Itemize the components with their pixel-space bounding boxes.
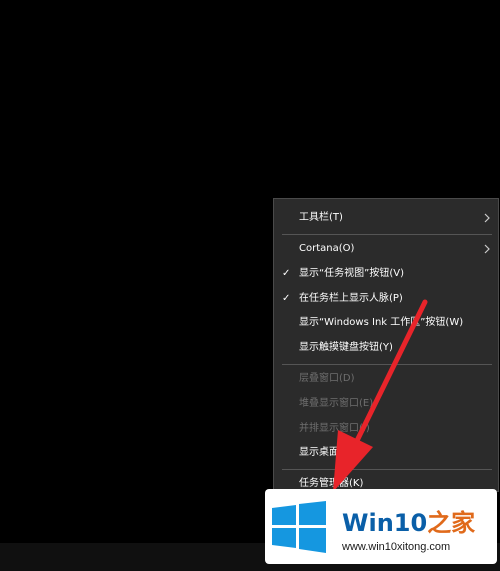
- menu-item-show-windows-ink[interactable]: 显示“Windows Ink 工作区”按钮(W): [274, 312, 498, 334]
- menu-item-cascade-windows: 层叠窗口(D): [299, 373, 355, 384]
- menu-item-show-task-view[interactable]: ✓ 显示“任务视图”按钮(V): [274, 263, 498, 285]
- menu-separator: [282, 234, 492, 235]
- menu-separator: [282, 469, 492, 470]
- menu-item-show-people[interactable]: ✓ 在任务栏上显示人脉(P): [274, 288, 498, 310]
- menu-item-show-desktop[interactable]: 显示桌面(S): [274, 442, 498, 464]
- chevron-right-icon: [484, 213, 490, 223]
- menu-item-cortana[interactable]: Cortana(O): [274, 238, 498, 260]
- watermark-logo: Win10之家 www.win10xitong.com: [265, 489, 497, 564]
- taskbar-context-menu: 工具栏(T) Cortana(O) ✓ 显示“任务视图”按钮(V) ✓ 在任务栏…: [273, 198, 499, 492]
- chevron-right-icon: [484, 244, 490, 254]
- menu-item-side-by-side: 并排显示窗口(I): [299, 423, 370, 434]
- watermark-brand: Win10之家: [342, 509, 476, 537]
- menu-item-toolbars[interactable]: 工具栏(T): [274, 207, 498, 229]
- menu-item-show-touch-keyboard[interactable]: 显示触摸键盘按钮(Y): [274, 337, 498, 359]
- menu-separator: [282, 364, 492, 365]
- checkmark-icon: ✓: [282, 268, 291, 279]
- watermark-site: www.win10xitong.com: [342, 541, 451, 553]
- windows-logo-icon: [272, 501, 326, 553]
- checkmark-icon: ✓: [282, 293, 291, 304]
- menu-item-stack-windows: 堆叠显示窗口(E): [299, 398, 374, 409]
